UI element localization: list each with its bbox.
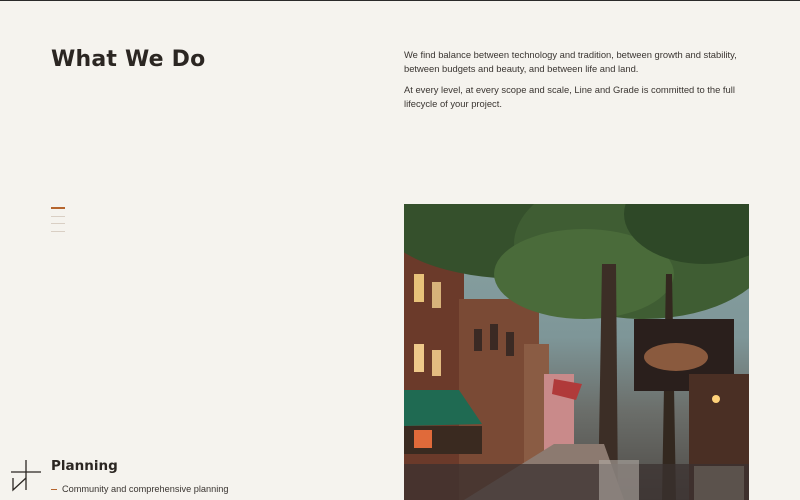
street-scene-photo <box>404 204 749 500</box>
photo-illustration <box>404 204 749 500</box>
page: What We Do We find balance between techn… <box>0 0 800 500</box>
intro-paragraph: We find balance between technology and t… <box>404 49 737 74</box>
planning-line-icon <box>11 460 41 492</box>
pager-dash-3[interactable] <box>51 223 65 224</box>
pager-dash-2[interactable] <box>51 215 65 217</box>
service-title[interactable]: Planning <box>51 458 118 474</box>
pager-dash-1[interactable] <box>51 207 65 209</box>
service-subtitle: Community and comprehensive planning <box>51 484 229 494</box>
slide-pager <box>51 207 65 238</box>
intro-paragraph: At every level, at every scope and scale… <box>404 84 735 109</box>
accent-dash <box>51 489 57 491</box>
top-divider <box>0 0 800 1</box>
section-title: What We Do <box>51 47 206 72</box>
service-subtitle-text: Community and comprehensive planning <box>62 484 229 494</box>
pager-dash-4[interactable] <box>51 230 65 232</box>
intro-text: We find balance between technology and t… <box>404 48 754 110</box>
